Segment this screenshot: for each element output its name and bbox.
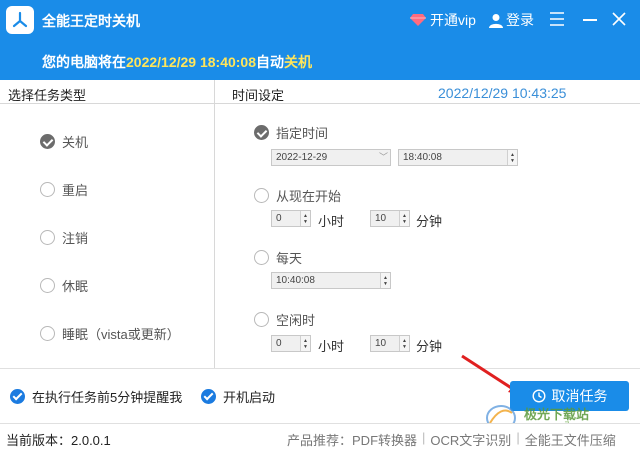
radio-icon (254, 188, 269, 203)
mode-label: 每天 (276, 251, 303, 266)
minutes-unit: 分钟 (416, 339, 443, 354)
time-input[interactable]: 18:40:08 ▲ ▼ (398, 149, 518, 166)
time-setting-heading: 时间设定 (232, 88, 285, 103)
menu-icon[interactable] (549, 11, 565, 27)
product-link-pdf[interactable]: PDF转换器 (352, 430, 417, 449)
autostart-label: 开机启动 (223, 390, 276, 405)
radio-icon (254, 312, 269, 327)
mode-label: 空闲时 (276, 313, 316, 328)
radio-icon (40, 278, 55, 293)
remind-label: 在执行任务前5分钟提醒我 (32, 390, 183, 405)
radio-icon (40, 182, 55, 197)
task-hibernate[interactable]: 休眠 (40, 276, 88, 295)
task-restart[interactable]: 重启 (40, 180, 88, 199)
task-shutdown[interactable]: 关机 (40, 132, 88, 151)
mode-daily[interactable]: 每天 (254, 248, 302, 267)
mode-idle[interactable]: 空闲时 (254, 310, 315, 329)
task-label: 注销 (62, 231, 89, 246)
product-recommendations: 产品推荐： PDF转换器 | OCR文字识别 | 全能王文件压缩 (287, 430, 616, 449)
diamond-icon (410, 13, 426, 27)
spinner-icon[interactable]: ▲ ▼ (300, 336, 310, 351)
hours-value: 0 (276, 338, 282, 349)
login-button[interactable]: 登录 (489, 10, 534, 30)
products-label: 产品推荐： (287, 433, 353, 448)
cancel-task-label: 取消任务 (551, 388, 608, 404)
vip-label: 开通vip (430, 12, 476, 28)
status-bar: 当前版本：2.0.0.1 产品推荐： PDF转换器 | OCR文字识别 | 全能… (0, 423, 640, 450)
version-label: 当前版本：2.0.0.1 (6, 433, 111, 448)
separator: | (422, 430, 426, 445)
spinner-icon[interactable]: ▲ ▼ (399, 336, 409, 351)
user-icon (489, 13, 503, 28)
task-label: 睡眠（vista或更新） (62, 327, 180, 342)
radio-checked-icon (40, 134, 55, 149)
idle-hours-input[interactable]: 0 ▲ ▼ (271, 335, 311, 352)
from-now-hours-input[interactable]: 0 ▲ ▼ (271, 210, 311, 227)
task-sleep[interactable]: 睡眠（vista或更新） (40, 324, 180, 343)
scheduled-status: 您的电脑将在2022/12/29 18:40:08自动关机 (42, 52, 312, 72)
date-value: 2022-12-29 (276, 152, 328, 163)
task-label: 重启 (62, 183, 89, 198)
mode-label: 指定时间 (276, 126, 329, 141)
close-icon[interactable] (611, 11, 627, 27)
hours-unit: 小时 (318, 339, 345, 354)
login-label: 登录 (506, 12, 534, 28)
product-link-compress[interactable]: 全能王文件压缩 (525, 430, 616, 449)
minimize-icon[interactable] (583, 19, 597, 21)
task-label: 休眠 (62, 279, 89, 294)
idle-minutes-input[interactable]: 10 ▲ ▼ (370, 335, 410, 352)
section-header: 选择任务类型 时间设定 2022/12/29 10:43:25 (0, 80, 640, 104)
title-bar: 全能王定时关机 开通vip 登录 您的电脑将在2022/12/29 18:40:… (0, 0, 640, 80)
minutes-value: 10 (375, 338, 387, 349)
hours-value: 0 (276, 213, 282, 224)
status-prefix: 您的电脑将在 (42, 54, 126, 70)
status-time: 2022/12/29 18:40:08 (126, 54, 256, 70)
minutes-value: 10 (375, 213, 387, 224)
status-action: 关机 (284, 54, 312, 70)
checkbox-checked-icon (201, 389, 216, 404)
options-divider (0, 368, 640, 369)
chevron-down-icon: ﹀ (378, 152, 388, 162)
time-value: 18:40:08 (403, 152, 442, 163)
spinner-icon[interactable]: ▲ ▼ (300, 211, 310, 226)
spinner-icon[interactable]: ▲ ▼ (380, 273, 390, 288)
radio-icon (254, 250, 269, 265)
current-time: 2022/12/29 10:43:25 (438, 85, 567, 101)
hours-unit: 小时 (318, 214, 345, 229)
mode-specified-time[interactable]: 指定时间 (254, 123, 328, 142)
vip-button[interactable]: 开通vip (410, 10, 476, 30)
radio-icon (40, 230, 55, 245)
daily-time-value: 10:40:08 (276, 275, 315, 286)
daily-time-input[interactable]: 10:40:08 ▲ ▼ (271, 272, 391, 289)
product-link-ocr[interactable]: OCR文字识别 (430, 430, 511, 449)
minutes-unit: 分钟 (416, 214, 443, 229)
mode-label: 从现在开始 (276, 189, 342, 204)
separator: | (516, 430, 520, 445)
radio-checked-icon (254, 125, 269, 140)
from-now-minutes-input[interactable]: 10 ▲ ▼ (370, 210, 410, 227)
status-mid: 自动 (256, 54, 284, 70)
panel-divider (214, 80, 215, 368)
app-title: 全能王定时关机 (42, 13, 140, 29)
task-logoff[interactable]: 注销 (40, 228, 88, 247)
app-logo-icon (6, 6, 34, 34)
autostart-checkbox[interactable]: 开机启动 (201, 387, 275, 406)
spinner-icon[interactable]: ▲ ▼ (399, 211, 409, 226)
task-label: 关机 (62, 135, 89, 150)
spinner-icon[interactable]: ▲ ▼ (507, 150, 517, 165)
date-picker[interactable]: 2022-12-29 ﹀ (271, 149, 391, 166)
mode-from-now[interactable]: 从现在开始 (254, 186, 341, 205)
task-type-heading: 选择任务类型 (8, 88, 87, 103)
clock-icon (531, 389, 546, 403)
checkbox-checked-icon (10, 389, 25, 404)
radio-icon (40, 326, 55, 341)
remind-checkbox[interactable]: 在执行任务前5分钟提醒我 (10, 387, 182, 406)
